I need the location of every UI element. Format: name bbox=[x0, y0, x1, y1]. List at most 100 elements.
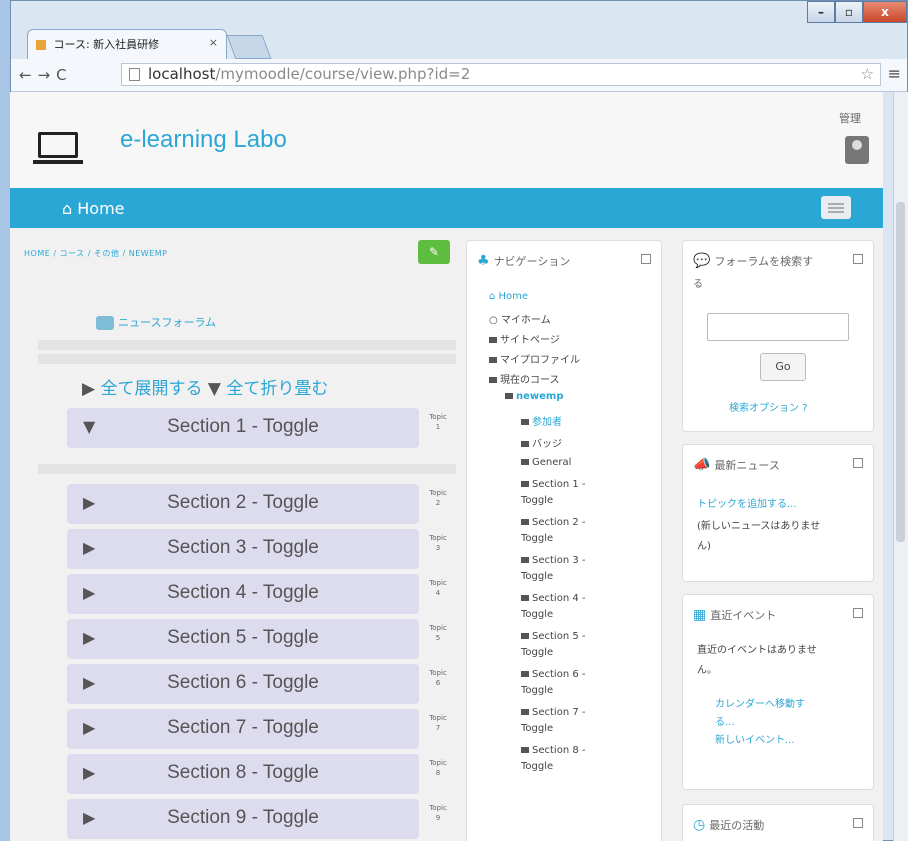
section-divider bbox=[38, 354, 456, 364]
folder-icon bbox=[521, 595, 529, 601]
folder-icon bbox=[521, 519, 529, 525]
address-bar[interactable]: localhost/mymoodle/course/view.php?id=2 … bbox=[121, 63, 881, 86]
nav-section[interactable]: Section 7 - bbox=[521, 707, 585, 718]
nav-section[interactable]: Section 4 - bbox=[521, 593, 585, 604]
maximize-button[interactable]: ▫ bbox=[835, 1, 863, 23]
nav-section-label: Section 3 - bbox=[532, 555, 586, 566]
nav-course-newemp[interactable]: newemp bbox=[505, 391, 564, 402]
nav-section-sub: Toggle bbox=[521, 533, 554, 544]
close-window-button[interactable]: x bbox=[863, 1, 907, 23]
nav-participants[interactable]: 参加者 bbox=[521, 413, 562, 428]
forward-arrow-icon[interactable]: → bbox=[38, 66, 57, 84]
section-label: Section 1 - Toggle bbox=[167, 416, 319, 437]
section-toggle-4[interactable]: ▶ Section 4 - Toggle bbox=[67, 574, 419, 614]
section-toggle-9[interactable]: ▶ Section 9 - Toggle bbox=[67, 799, 419, 839]
upcoming-title-text: 直近イベント bbox=[710, 609, 777, 622]
nav-section-label: Section 8 - bbox=[532, 745, 586, 756]
advanced-search-label: 検索オプション bbox=[729, 403, 799, 414]
section-label: Section 7 - Toggle bbox=[167, 717, 319, 738]
nav-badges[interactable]: バッジ bbox=[521, 435, 562, 450]
no-news-text: (新しいニュースはありませ bbox=[697, 521, 821, 532]
browser-menu-icon[interactable]: ≡ bbox=[888, 64, 901, 83]
forum-search-title: 💬 フォーラムを検索す bbox=[693, 253, 813, 269]
forum-search-input[interactable] bbox=[707, 313, 849, 341]
folder-icon bbox=[521, 633, 529, 639]
section-toggle-6[interactable]: ▶ Section 6 - Toggle bbox=[67, 664, 419, 704]
go-to-calendar-link[interactable]: カレンダーへ移動す bbox=[715, 695, 805, 710]
breadcrumb[interactable]: HOME / コース / その他 / NEWEMP bbox=[24, 248, 167, 259]
nav-section-label: Section 5 - bbox=[532, 631, 586, 642]
nav-section-sub: Toggle bbox=[521, 495, 554, 506]
site-title[interactable]: e-learning Labo bbox=[120, 126, 287, 154]
nav-section[interactable]: Section 2 - bbox=[521, 517, 585, 528]
topic-label: Topic bbox=[429, 804, 447, 812]
advanced-search-link[interactable]: 検索オプション ? bbox=[729, 399, 808, 414]
nav-section[interactable]: Section 3 - bbox=[521, 555, 585, 566]
nav-myhome[interactable]: ○ マイホーム bbox=[489, 311, 551, 326]
section-toggle-7[interactable]: ▶ Section 7 - Toggle bbox=[67, 709, 419, 749]
forum-icon bbox=[96, 316, 114, 330]
collapse-icon: ▼ bbox=[207, 379, 221, 399]
news-forum-link[interactable]: ニュースフォーラム bbox=[96, 314, 216, 330]
section-toggle-5[interactable]: ▶ Section 5 - Toggle bbox=[67, 619, 419, 659]
collapse-all-link[interactable]: 全て折り畳む bbox=[226, 379, 328, 399]
latest-news-title: 📣 最新ニュース bbox=[693, 457, 780, 473]
url-host: localhost bbox=[148, 65, 216, 83]
nav-section-label: Section 7 - bbox=[532, 707, 586, 718]
user-name[interactable]: 管理 bbox=[839, 110, 861, 126]
collapse-block-icon[interactable] bbox=[853, 458, 863, 468]
collapse-block-icon[interactable] bbox=[853, 254, 863, 264]
nav-badges-label: バッジ bbox=[532, 439, 562, 450]
nav-sitepages-label: サイトページ bbox=[500, 335, 560, 346]
section-toggle-3[interactable]: ▶ Section 3 - Toggle bbox=[67, 529, 419, 569]
new-event-link[interactable]: 新しいイベント... bbox=[715, 731, 795, 746]
nav-section[interactable]: Section 6 - bbox=[521, 669, 585, 680]
home-link[interactable]: ⌂ Home bbox=[62, 199, 125, 218]
home-label: Home bbox=[77, 199, 125, 218]
nav-home[interactable]: ⌂ Home bbox=[489, 291, 528, 302]
collapse-block-icon[interactable] bbox=[853, 608, 863, 618]
collapse-block-icon[interactable] bbox=[853, 818, 863, 828]
back-arrow-icon[interactable]: ← bbox=[19, 66, 38, 84]
nav-myhome-label: マイホーム bbox=[500, 315, 551, 326]
nav-section[interactable]: Section 5 - bbox=[521, 631, 585, 642]
edit-mode-button[interactable]: ✎ bbox=[418, 240, 450, 264]
home-icon: ⌂ bbox=[62, 199, 73, 218]
topic-label: Topic bbox=[429, 413, 447, 421]
nav-myprofile[interactable]: マイプロファイル bbox=[489, 351, 580, 366]
tab-title: コース: 新入社員研修 bbox=[53, 38, 160, 51]
navbar-menu-toggle[interactable] bbox=[821, 196, 851, 219]
folder-icon bbox=[521, 419, 529, 425]
site-navbar: ⌂ Home bbox=[10, 188, 883, 228]
topic-badge: Topic 6 bbox=[426, 668, 450, 688]
nav-section[interactable]: Section 8 - bbox=[521, 745, 585, 756]
url-path: /mymoodle/course/view.php?id=2 bbox=[215, 65, 471, 83]
minimize-button[interactable]: – bbox=[807, 1, 835, 23]
help-icon[interactable]: ? bbox=[802, 403, 807, 414]
nav-section[interactable]: Section 1 - bbox=[521, 479, 585, 490]
topic-number: 5 bbox=[435, 634, 441, 642]
reload-icon[interactable]: C bbox=[56, 66, 72, 84]
expand-all-link[interactable]: 全て展開する bbox=[100, 379, 202, 399]
topic-number: 1 bbox=[435, 423, 441, 431]
browser-tab[interactable]: コース: 新入社員研修 × bbox=[27, 29, 227, 59]
forum-search-go-button[interactable]: Go bbox=[760, 353, 806, 381]
collapse-block-icon[interactable] bbox=[641, 254, 651, 264]
topic-badge: Topic 4 bbox=[426, 578, 450, 598]
section-toggle-8[interactable]: ▶ Section 8 - Toggle bbox=[67, 754, 419, 794]
go-to-calendar-link-cont[interactable]: る... bbox=[715, 713, 735, 728]
section-toggle-1[interactable]: ▼ Section 1 - Toggle bbox=[67, 408, 419, 448]
scrollbar-thumb[interactable] bbox=[896, 202, 905, 542]
nav-sitepages[interactable]: サイトページ bbox=[489, 331, 560, 346]
nav-general[interactable]: General bbox=[521, 457, 571, 468]
bookmark-star-icon[interactable]: ☆ bbox=[861, 64, 874, 85]
topic-number: 8 bbox=[435, 769, 441, 777]
section-toggle-2[interactable]: ▶ Section 2 - Toggle bbox=[67, 484, 419, 524]
add-topic-link[interactable]: トピックを追加する... bbox=[697, 495, 797, 510]
nav-currentcourse[interactable]: 現在のコース bbox=[489, 371, 560, 386]
page-scrollbar[interactable] bbox=[893, 92, 908, 841]
tab-close-icon[interactable]: × bbox=[209, 36, 218, 49]
nav-general-label: General bbox=[532, 457, 572, 468]
user-avatar[interactable] bbox=[845, 136, 869, 164]
new-tab-button[interactable] bbox=[226, 35, 272, 59]
